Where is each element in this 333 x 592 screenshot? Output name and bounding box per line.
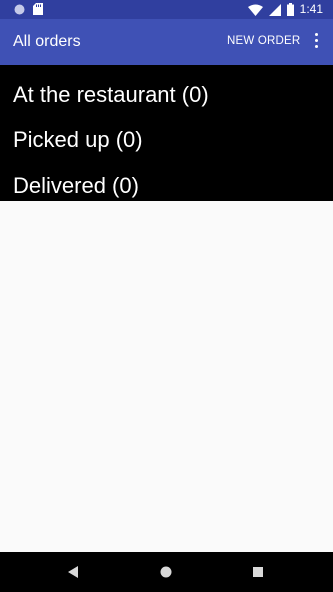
- home-icon[interactable]: [160, 566, 172, 578]
- more-vert-icon[interactable]: [306, 31, 326, 53]
- list-item-picked-up[interactable]: Picked up (0): [13, 127, 143, 153]
- wifi-icon: [247, 4, 263, 16]
- recents-icon[interactable]: [253, 567, 263, 577]
- battery-icon: [286, 3, 294, 16]
- list-item-at-restaurant[interactable]: At the restaurant (0): [13, 82, 209, 108]
- app-bar: All orders NEW ORDER: [0, 19, 333, 65]
- sd-card-icon: [33, 3, 43, 15]
- navigation-bar: [0, 552, 333, 592]
- order-status-list: At the restaurant (0) Picked up (0) Deli…: [0, 65, 333, 201]
- status-bar: 1:41: [0, 0, 333, 19]
- list-item-delivered[interactable]: Delivered (0): [13, 173, 139, 199]
- sync-icon: [14, 4, 25, 14]
- new-order-button[interactable]: NEW ORDER: [227, 35, 300, 47]
- signal-icon: [268, 3, 281, 16]
- back-icon[interactable]: [68, 566, 79, 578]
- status-time: 1:41: [299, 2, 323, 16]
- page-title: All orders: [13, 33, 81, 50]
